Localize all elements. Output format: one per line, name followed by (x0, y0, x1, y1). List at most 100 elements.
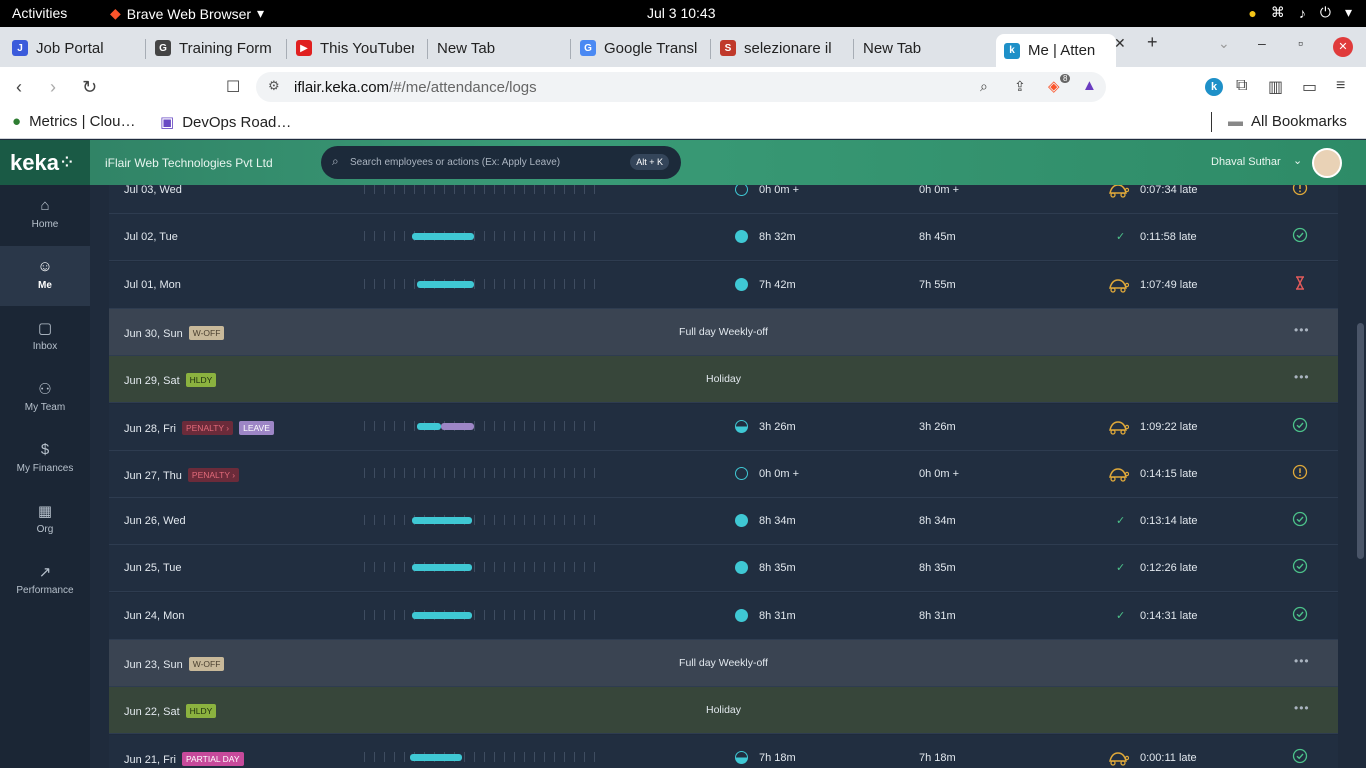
tab-1[interactable]: G Training Form (155, 34, 277, 62)
more-options-icon[interactable]: ••• (1294, 370, 1310, 384)
approved-check-icon[interactable] (1292, 417, 1308, 433)
approved-check-icon[interactable] (1292, 511, 1308, 527)
brave-rewards-icon[interactable]: ▲ (1082, 77, 1097, 94)
bookmark-metrics[interactable]: ● Metrics | Clou… (12, 113, 135, 130)
tab-2[interactable]: ▶ This YouTuber (296, 34, 414, 62)
table-row[interactable]: Jun 21, Fri PARTIAL DAY 7h 18m 7h 18m 0:00:1… (109, 734, 1338, 768)
sidebar-item-performance[interactable]: ↗ Performance (0, 551, 90, 611)
bookmark-icon[interactable]: ☐ (226, 77, 240, 97)
volume-icon[interactable]: ♪ (1299, 5, 1306, 21)
hourglass-icon[interactable] (1292, 275, 1308, 291)
activities-button[interactable]: Activities (12, 5, 67, 21)
user-name[interactable]: Dhaval Suthar (1211, 156, 1281, 168)
more-options-icon[interactable]: ••• (1294, 654, 1310, 668)
close-window-button[interactable]: ✕ (1333, 37, 1353, 57)
status-badge[interactable]: PENALTY › (187, 467, 240, 482)
wallet-icon[interactable]: ▭ (1302, 77, 1317, 97)
back-icon[interactable]: ‹ (16, 77, 22, 98)
brave-shields-icon[interactable]: ◈ (1048, 77, 1060, 95)
update-icon[interactable]: ● (1248, 5, 1256, 21)
tab-7[interactable]: k Me | Atten (996, 34, 1116, 67)
timeline[interactable] (364, 419, 604, 433)
forward-icon[interactable]: › (50, 77, 56, 98)
tab-search-icon[interactable]: ⌄ (1218, 35, 1230, 52)
power-icon[interactable]: ⏻ (1320, 4, 1331, 21)
org-icon: ▦ (37, 503, 53, 520)
close-tab-icon[interactable]: ✕ (1114, 35, 1126, 52)
site-settings-icon[interactable]: ⚙ (268, 78, 280, 94)
sidebar-item-inbox[interactable]: ▢ Inbox (0, 307, 90, 367)
network-icon[interactable]: ⌘ (1271, 4, 1285, 21)
sidebar-item-my-team[interactable]: ⚇ My Team (0, 368, 90, 428)
table-row[interactable]: Jun 30, Sun W-OFF Full day Weekly-off ••• (109, 308, 1338, 356)
keka-extension-icon[interactable]: k (1205, 78, 1223, 96)
table-row[interactable]: Jun 23, Sun W-OFF Full day Weekly-off ••• (109, 640, 1338, 687)
table-row[interactable]: Jun 25, Tue 8h 35m 8h 35m 0:12:26 late ✓ (109, 545, 1338, 593)
extensions-icon[interactable]: ⧉ (1236, 77, 1247, 95)
all-bookmarks[interactable]: ▬ All Bookmarks (1228, 113, 1347, 130)
sidebar-item-me[interactable]: ☺ Me (0, 246, 90, 306)
tab-label: selezionare il (744, 39, 832, 57)
table-row[interactable]: Jul 02, Tue 8h 32m 8h 45m 0:11:58 late ✓ (109, 214, 1338, 262)
search-input[interactable]: ⌕ Search employees or actions (Ex: Apply… (321, 146, 681, 179)
approved-check-icon[interactable] (1292, 606, 1308, 622)
tab-4[interactable]: G Google Transl (580, 34, 698, 62)
search-icon: ⌕ (332, 154, 339, 168)
timeline[interactable] (364, 466, 604, 480)
reload-icon[interactable]: ↻ (82, 77, 97, 98)
timeline[interactable] (364, 229, 604, 243)
maximize-button[interactable]: ▫ (1298, 35, 1303, 51)
check-icon: ✓ (1116, 231, 1126, 244)
menu-icon[interactable]: ≡ (1336, 77, 1345, 95)
table-row[interactable]: Jun 27, Thu PENALTY › 0h 0m + 0h 0m + 0:14:1… (109, 450, 1338, 498)
progress-dot (735, 277, 748, 291)
timeline[interactable] (364, 560, 604, 574)
scrollbar-thumb[interactable] (1357, 323, 1364, 559)
sidebar-item-home[interactable]: ⌂ Home (0, 185, 90, 245)
table-row[interactable]: Jul 01, Mon 7h 42m 7h 55m 1:07:49 late (109, 261, 1338, 309)
timeline[interactable] (364, 277, 604, 291)
table-row[interactable]: Jun 24, Mon 8h 31m 8h 31m 0:14:31 late ✓ (109, 592, 1338, 640)
approved-check-icon[interactable] (1292, 748, 1308, 764)
tab-separator (853, 39, 854, 59)
timeline-ticks (364, 515, 604, 526)
chevron-down-icon[interactable]: ⌄ (1293, 154, 1302, 167)
bookmark-devops[interactable]: ▣ DevOps Road… (160, 113, 291, 132)
table-row[interactable]: Jun 29, Sat HLDY Holiday ••• (109, 356, 1338, 404)
table-row[interactable]: Jun 28, Fri PENALTY › LEAVE 3h 26m 3h 26m 1:0… (109, 403, 1338, 451)
minimize-button[interactable]: – (1258, 35, 1266, 51)
more-options-icon[interactable]: ••• (1294, 323, 1310, 337)
approved-check-icon[interactable] (1292, 227, 1308, 243)
tab-3[interactable]: New Tab (437, 34, 557, 62)
timeline[interactable] (364, 185, 604, 196)
app-menu[interactable]: ◆ Brave Web Browser ▾ (110, 5, 264, 22)
divider (1211, 112, 1212, 132)
zoom-icon[interactable]: ⌕ (980, 78, 988, 95)
approved-check-icon[interactable] (1292, 558, 1308, 574)
sidebar-item-org[interactable]: ▦ Org (0, 490, 90, 550)
tab-0[interactable]: J Job Portal (12, 34, 132, 62)
timeline[interactable] (364, 608, 604, 622)
keka-logo[interactable]: keka ⁘ (0, 140, 90, 185)
sidebar-item-my-finances[interactable]: $ My Finances (0, 429, 90, 489)
status-badge[interactable]: PENALTY › (181, 420, 234, 435)
table-row[interactable]: Jul 03, Wed 0h 0m + 0h 0m + 0:07:34 late (109, 185, 1338, 214)
scrollbar[interactable] (1356, 185, 1366, 768)
warning-icon[interactable] (1292, 185, 1308, 196)
chevron-down-icon[interactable]: ▾ (1345, 4, 1352, 21)
timeline[interactable] (364, 750, 604, 764)
more-options-icon[interactable]: ••• (1294, 701, 1310, 715)
table-row[interactable]: Jun 26, Wed 8h 34m 8h 34m 0:13:14 late ✓ (109, 498, 1338, 546)
clock[interactable]: Jul 3 10:43 (647, 5, 716, 21)
timeline[interactable] (364, 513, 604, 527)
tab-5[interactable]: Sselezionare il (720, 34, 840, 62)
url-bar[interactable]: ⚙ iflair.keka.com/#/me/attendance/logs ⌕… (256, 72, 1106, 102)
avatar[interactable] (1312, 148, 1342, 178)
new-tab-button[interactable]: + (1147, 32, 1158, 53)
system-tray[interactable]: ● ⌘ ♪ ⏻ ▾ (1248, 4, 1352, 21)
warning-icon[interactable] (1292, 464, 1308, 480)
share-icon[interactable]: ⇪ (1014, 78, 1026, 95)
table-row[interactable]: Jun 22, Sat HLDY Holiday ••• (109, 687, 1338, 735)
sidebar-toggle-icon[interactable]: ▥ (1268, 77, 1283, 97)
tab-6[interactable]: New Tab (863, 34, 983, 62)
